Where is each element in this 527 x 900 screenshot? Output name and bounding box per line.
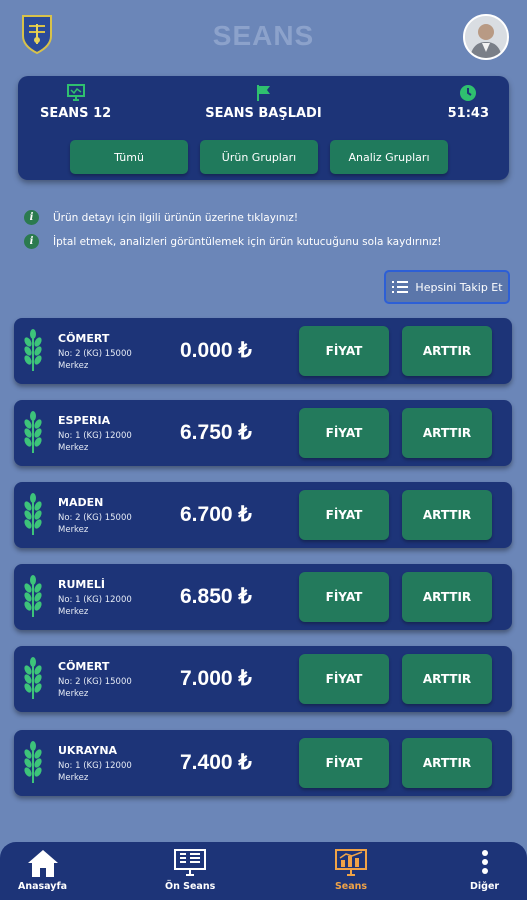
session-status-label: SEANS BAŞLADI [205,106,322,121]
product-name: RUMELİ [58,578,105,591]
product-price: 6.850 ₺ [180,585,252,608]
product-meta: No: 1 (KG) 12000 Merkez [58,430,132,454]
session-timer: 51:43 [448,84,489,121]
filter-product-groups-button[interactable]: Ürün Grupları [200,140,318,174]
increase-button[interactable]: ARTTIR [402,326,492,376]
price-button[interactable]: FİYAT [299,572,389,622]
product-card[interactable]: RUMELİ No: 1 (KG) 12000 Merkez 6.850 ₺ F… [14,564,512,630]
product-card[interactable]: ESPERIA No: 1 (KG) 12000 Merkez 6.750 ₺ … [14,400,512,466]
increase-button[interactable]: ARTTIR [402,490,492,540]
tab-session[interactable]: Seans [334,848,368,892]
session-card: SEANS 12 SEANS BAŞLADI 51:43 Tümü Ürün G… [18,76,509,180]
wheat-icon [24,741,42,783]
wheat-icon [24,411,42,453]
product-location: Merkez [58,607,89,617]
product-detail: No: 2 (KG) 15000 [58,513,132,523]
bottom-tab-bar: Anasayfa Ön Seans Seans Diğer [0,842,527,900]
increase-button[interactable]: ARTTIR [402,654,492,704]
home-icon [27,850,58,877]
product-card[interactable]: CÖMERT No: 2 (KG) 15000 Merkez 7.000 ₺ F… [14,646,512,712]
filter-all-button[interactable]: Tümü [70,140,188,174]
product-price: 6.700 ₺ [180,503,252,526]
tab-pre-session-label: Ön Seans [165,881,216,892]
product-price: 7.400 ₺ [180,751,252,774]
wheat-icon [24,329,42,371]
product-name: CÖMERT [58,660,110,673]
product-name: MADEN [58,496,104,509]
product-detail: No: 1 (KG) 12000 [58,761,132,771]
page-title: SEANS [212,20,315,51]
product-detail: No: 1 (KG) 12000 [58,595,132,605]
product-location: Merkez [58,773,89,783]
follow-all-label: Hepsini Takip Et [415,280,503,294]
product-price: 0.000 ₺ [180,339,252,362]
session-status: SEANS BAŞLADI [18,84,509,121]
wheat-icon [24,575,42,617]
product-name: ESPERIA [58,414,111,427]
info-text: Ürün detayı için ilgili ürünün üzerine t… [53,211,299,224]
product-meta: No: 1 (KG) 12000 Merkez [58,594,132,618]
info-line-swipe: i İptal etmek, analizleri görüntülemek i… [24,234,441,249]
product-location: Merkez [58,443,89,453]
product-meta: No: 2 (KG) 15000 Merkez [58,676,132,700]
wheat-icon [24,657,42,699]
tab-home-label: Anasayfa [18,881,68,892]
product-card[interactable]: MADEN No: 2 (KG) 15000 Merkez 6.700 ₺ Fİ… [14,482,512,548]
increase-button[interactable]: ARTTIR [402,738,492,788]
session-time-label: 51:43 [447,106,489,121]
tab-other-label: Diğer [470,881,500,892]
product-detail: No: 2 (KG) 15000 [58,677,132,687]
list-icon [392,281,409,293]
follow-all-button[interactable]: Hepsini Takip Et [384,270,510,304]
tab-session-label: Seans [334,881,368,892]
product-location: Merkez [58,525,89,535]
product-price: 6.750 ₺ [180,421,252,444]
product-price: 7.000 ₺ [180,667,252,690]
increase-button[interactable]: ARTTIR [402,408,492,458]
price-button[interactable]: FİYAT [299,738,389,788]
wheat-icon [24,493,42,535]
product-meta: No: 2 (KG) 15000 Merkez [58,512,132,536]
info-line-detail: i Ürün detayı için ilgili ürünün üzerine… [24,210,298,225]
product-location: Merkez [58,361,89,371]
product-meta: No: 1 (KG) 12000 Merkez [58,760,132,784]
info-icon: i [24,210,39,225]
product-name: CÖMERT [58,332,110,345]
tab-other[interactable]: Diğer [470,848,499,892]
filter-analysis-groups-button[interactable]: Analiz Grupları [330,140,448,174]
product-card[interactable]: CÖMERT No: 2 (KG) 15000 Merkez 0.000 ₺ F… [14,318,512,384]
product-card[interactable]: UKRAYNA No: 1 (KG) 12000 Merkez 7.400 ₺ … [14,730,512,796]
product-detail: No: 2 (KG) 15000 [58,349,132,359]
info-icon: i [24,234,39,249]
tab-pre-session[interactable]: Ön Seans [165,848,215,892]
user-avatar[interactable] [463,14,509,60]
price-button[interactable]: FİYAT [299,408,389,458]
tab-home[interactable]: Anasayfa [18,848,67,892]
info-text: İptal etmek, analizleri görüntülemek içi… [53,235,442,248]
monitor-icon [174,849,207,876]
price-button[interactable]: FİYAT [299,490,389,540]
price-button[interactable]: FİYAT [299,326,389,376]
product-detail: No: 1 (KG) 12000 [58,431,132,441]
more-vertical-icon [481,850,488,874]
increase-button[interactable]: ARTTIR [402,572,492,622]
price-button[interactable]: FİYAT [299,654,389,704]
product-meta: No: 2 (KG) 15000 Merkez [58,348,132,372]
product-location: Merkez [58,689,89,699]
product-name: UKRAYNA [58,744,118,757]
clock-icon [460,85,477,101]
flag-icon [256,85,270,101]
chart-screen-icon [335,849,367,876]
